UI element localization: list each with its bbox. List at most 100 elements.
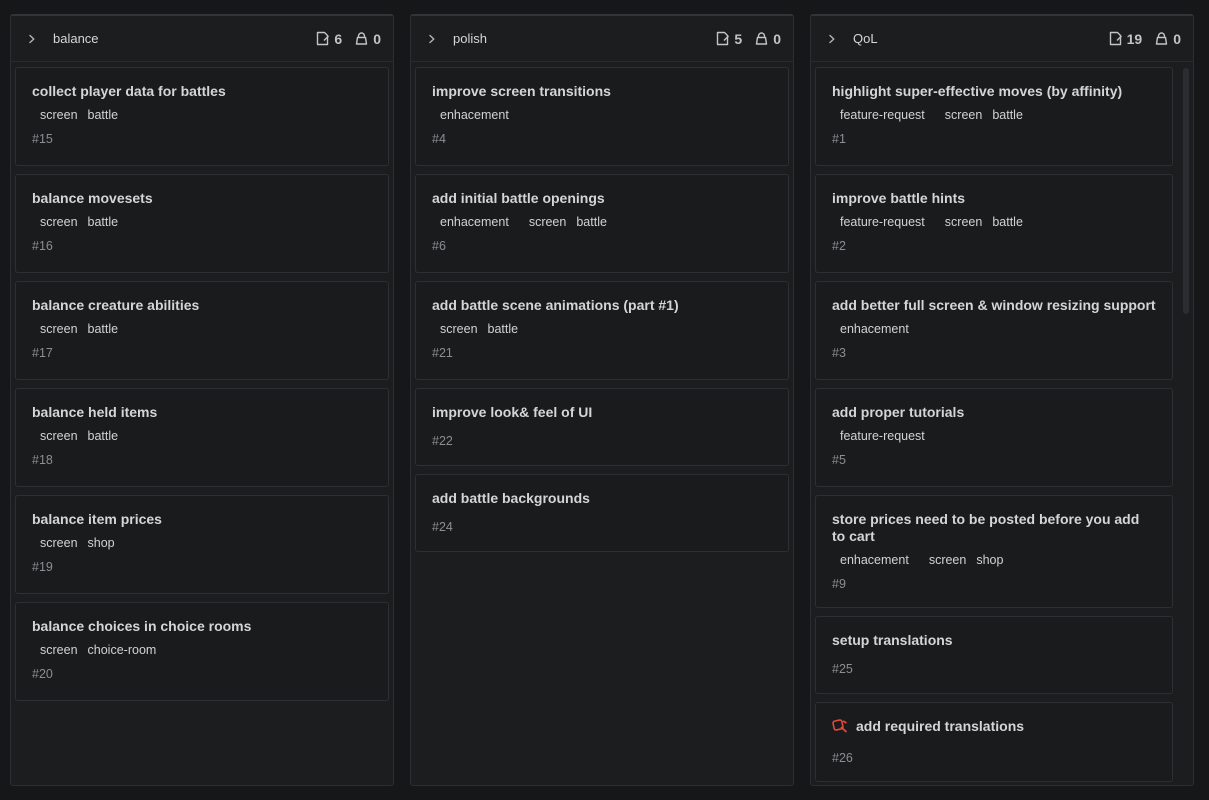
label-enhacement[interactable]: enhacement (440, 108, 509, 122)
issue-card[interactable]: improve battle hints feature-request scree… (815, 174, 1173, 273)
label-battle[interactable]: battle (88, 322, 119, 336)
issue-card[interactable]: balance movesets screen battle #16 (15, 174, 389, 273)
label-screen[interactable]: screen (40, 108, 78, 122)
label-screen[interactable]: screen (440, 322, 478, 336)
issue-number[interactable]: #20 (32, 667, 372, 681)
card-title[interactable]: balance item prices (32, 511, 372, 528)
card-title[interactable]: store prices need to be posted before yo… (832, 511, 1156, 545)
label-feature-request[interactable]: feature-request (840, 108, 925, 122)
issue-number[interactable]: #26 (832, 751, 1156, 765)
card-title[interactable]: add battle backgrounds (432, 490, 772, 507)
issue-card[interactable]: store prices need to be posted before yo… (815, 495, 1173, 608)
card-title[interactable]: balance choices in choice rooms (32, 618, 372, 635)
issue-card[interactable]: add battle backgrounds #24 (415, 474, 789, 552)
card-title[interactable]: improve look& feel of UI (432, 404, 772, 421)
label-group: screen battle (440, 322, 518, 336)
issue-number[interactable]: #18 (32, 453, 372, 467)
issue-number[interactable]: #17 (32, 346, 372, 360)
issue-card[interactable]: balance creature abilities screen battle #1… (15, 281, 389, 380)
chevron-right-icon[interactable] (425, 32, 439, 46)
card-title[interactable]: add required translations (832, 718, 1156, 738)
issue-number[interactable]: #22 (432, 434, 772, 448)
card-title[interactable]: improve screen transitions (432, 83, 772, 100)
issue-card[interactable]: collect player data for battles screen bat… (15, 67, 389, 166)
card-labels: feature-request screen battle (840, 215, 1156, 229)
label-feature-request[interactable]: feature-request (840, 215, 925, 229)
issue-number[interactable]: #19 (32, 560, 372, 574)
issue-number[interactable]: #16 (32, 239, 372, 253)
card-title[interactable]: balance movesets (32, 190, 372, 207)
label-enhacement[interactable]: enhacement (440, 215, 509, 229)
card-labels: feature-request (840, 429, 1156, 443)
column-title: balance (53, 31, 99, 46)
column-header: balance 6 0 (11, 16, 393, 62)
issue-number[interactable]: #21 (432, 346, 772, 360)
issue-card[interactable]: add required translations #26 (815, 702, 1173, 782)
card-title[interactable]: highlight super-effective moves (by affi… (832, 83, 1156, 100)
issue-number[interactable]: #1 (832, 132, 1156, 146)
issue-number[interactable]: #9 (832, 577, 1156, 591)
label-shop[interactable]: shop (976, 553, 1003, 567)
label-battle[interactable]: battle (992, 108, 1023, 122)
card-title[interactable]: balance creature abilities (32, 297, 372, 314)
card-title-text: balance item prices (32, 511, 162, 527)
card-title[interactable]: collect player data for battles (32, 83, 372, 100)
label-group: screen battle (945, 215, 1023, 229)
card-title[interactable]: add battle scene animations (part #1) (432, 297, 772, 314)
issue-card[interactable]: setup translations #25 (815, 616, 1173, 694)
card-labels: screen battle (40, 429, 372, 443)
card-title[interactable]: add better full screen & window resizing… (832, 297, 1156, 314)
issue-number[interactable]: #4 (432, 132, 772, 146)
label-battle[interactable]: battle (992, 215, 1023, 229)
issue-number[interactable]: #2 (832, 239, 1156, 253)
label-enhacement[interactable]: enhacement (840, 553, 909, 567)
label-battle[interactable]: battle (576, 215, 607, 229)
issue-number[interactable]: #6 (432, 239, 772, 253)
issue-number[interactable]: #15 (32, 132, 372, 146)
issue-card[interactable]: add initial battle openings enhacement scr… (415, 174, 789, 273)
issue-card[interactable]: improve screen transitions enhacement #4 (415, 67, 789, 166)
issue-card[interactable]: add better full screen & window resizing… (815, 281, 1173, 380)
chevron-right-icon[interactable] (25, 32, 39, 46)
card-title[interactable]: add proper tutorials (832, 404, 1156, 421)
issue-card[interactable]: improve look& feel of UI #22 (415, 388, 789, 466)
card-labels: screen battle (440, 322, 772, 336)
card-title-text: balance movesets (32, 190, 153, 206)
issue-number[interactable]: #5 (832, 453, 1156, 467)
label-group: screen shop (40, 536, 115, 550)
label-shop[interactable]: shop (88, 536, 115, 550)
card-title[interactable]: setup translations (832, 632, 1156, 649)
issue-number[interactable]: #3 (832, 346, 1156, 360)
issue-card[interactable]: balance choices in choice rooms screen cho… (15, 602, 389, 701)
label-screen[interactable]: screen (945, 215, 983, 229)
issue-number[interactable]: #25 (832, 662, 1156, 676)
label-screen[interactable]: screen (40, 643, 78, 657)
issue-icon (317, 31, 330, 46)
chevron-right-icon[interactable] (825, 32, 839, 46)
label-group: enhacement (440, 108, 509, 122)
issue-card[interactable]: add battle scene animations (part #1) scr… (415, 281, 789, 380)
issue-card[interactable]: add proper tutorials feature-request #5 (815, 388, 1173, 487)
label-screen[interactable]: screen (40, 429, 78, 443)
issue-card[interactable]: highlight super-effective moves (by affi… (815, 67, 1173, 166)
label-battle[interactable]: battle (488, 322, 519, 336)
card-title[interactable]: balance held items (32, 404, 372, 421)
card-title[interactable]: improve battle hints (832, 190, 1156, 207)
label-choice-room[interactable]: choice-room (88, 643, 157, 657)
label-screen[interactable]: screen (945, 108, 983, 122)
label-battle[interactable]: battle (88, 215, 119, 229)
label-screen[interactable]: screen (40, 322, 78, 336)
label-screen[interactable]: screen (529, 215, 567, 229)
label-battle[interactable]: battle (88, 429, 119, 443)
card-title[interactable]: add initial battle openings (432, 190, 772, 207)
label-screen[interactable]: screen (40, 536, 78, 550)
issue-card[interactable]: balance held items screen battle #18 (15, 388, 389, 487)
issue-card[interactable]: balance item prices screen shop #19 (15, 495, 389, 594)
label-enhacement[interactable]: enhacement (840, 322, 909, 336)
label-screen[interactable]: screen (40, 215, 78, 229)
scrollbar[interactable] (1183, 68, 1189, 314)
label-screen[interactable]: screen (929, 553, 967, 567)
label-battle[interactable]: battle (88, 108, 119, 122)
issue-number[interactable]: #24 (432, 520, 772, 534)
label-feature-request[interactable]: feature-request (840, 429, 925, 443)
